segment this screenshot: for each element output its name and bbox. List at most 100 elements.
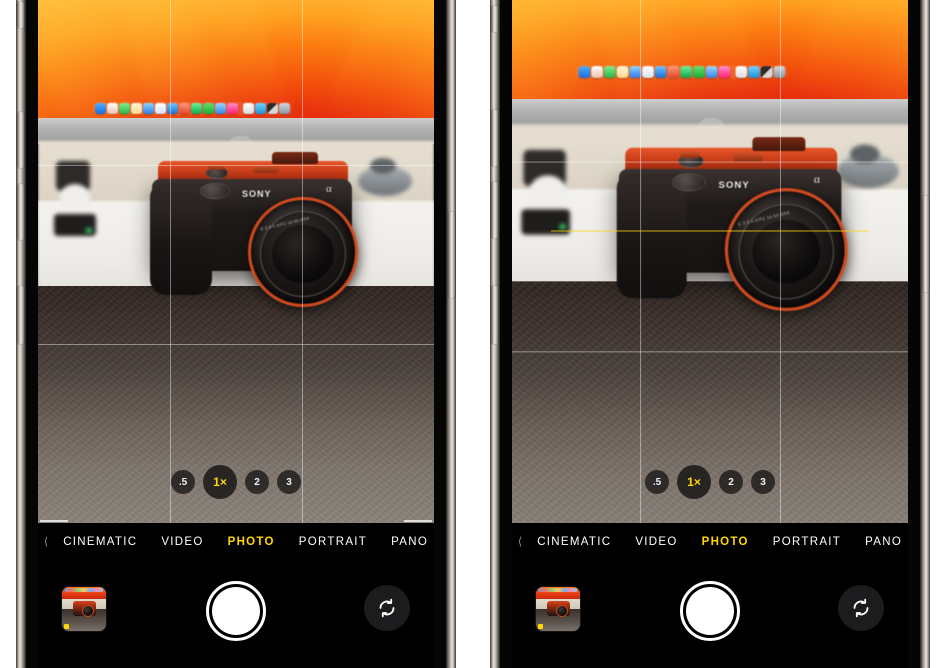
dock-icon-safari [654,66,667,78]
phone-right-right-rail [920,0,930,668]
dock-icon-downloads [748,66,760,78]
dock-icon-messages [119,103,130,114]
mode-portrait[interactable]: PORTRAIT [299,536,367,548]
phone-right-volume-up-button[interactable] [491,110,498,166]
phone-left-viewfinder[interactable]: SONY α E 3.5-5.6/PZ 16-50 OSS .5 1× 2 3 [38,0,434,523]
phone-right-viewfinder[interactable]: SONY α E 3.5-5.6/PZ 16-50 OSS .5 1× 2 3 [512,0,908,523]
vf-corner-bottom-left [40,520,68,522]
dock-icon-finder [95,103,106,114]
mode-video[interactable]: VIDEO [161,536,203,548]
dock-icon-facetime [642,66,654,78]
mode-photo[interactable]: PHOTO [228,536,275,548]
dock-separator [731,66,734,78]
dock-icon-safari [167,103,178,114]
flip-camera-button-right[interactable] [838,585,884,631]
dock-icon-dark-app [267,103,278,114]
dock-icon-messages [604,66,616,78]
phone-left-mode-selector[interactable]: ⟨ CINEMATIC VIDEO PHOTO PORTRAIT PANO [38,535,434,549]
mode-pano[interactable]: PANO [865,536,902,548]
dock-icon-notes [131,103,142,114]
phone-left-right-rail [446,0,456,668]
bg-object-airpods [60,184,90,210]
zoom-pill-2[interactable]: 2 [245,470,269,494]
phone-right-extra-button[interactable] [491,286,498,344]
phone-right-mute-switch[interactable] [491,6,498,32]
phone-right-zoom-selector[interactable]: .5 1× 2 3 [512,465,908,499]
sony-camera-subject-right: SONY α E 3.5-5.6/PZ 16-50 OSS [615,137,869,326]
sony-alpha-mark: α [326,183,332,195]
dock-icon-trash [279,103,290,114]
dock-icon-document [243,103,254,114]
dock-icon-mail [143,103,154,114]
sony-wordmark-right: SONY [718,179,750,191]
screenshot-root: SONY α E 3.5-5.6/PZ 16-50 OSS .5 1× 2 3 … [0,0,944,668]
bg-object-led [559,224,566,230]
sony-alpha-mark-right: α [813,173,820,186]
dock-icon-dark-app [760,66,773,78]
camera-rotate-icon [379,598,395,618]
dock-icon-whatsapp [680,66,692,78]
phone-left-controls: ⟨ CINEMATIC VIDEO PHOTO PORTRAIT PANO [38,523,434,668]
mode-cinematic[interactable]: CINEMATIC [63,536,137,548]
mode-cinematic[interactable]: CINEMATIC [537,536,611,548]
shutter-button-right[interactable] [680,581,740,641]
phone-left-mute-switch[interactable] [17,2,24,28]
shutter-button[interactable] [206,581,266,641]
dock-separator [239,103,242,114]
mode-peek-left-icon: ⟨ [517,536,524,548]
gap-between-phones [456,0,490,668]
vf-corner-bottom-right [404,520,432,522]
dock-icon-settings [215,103,226,114]
mode-photo[interactable]: PHOTO [702,536,749,548]
phone-left-extra-button[interactable] [17,286,24,344]
phone-left-power-button[interactable] [448,212,455,298]
dock-icon-photos [591,66,603,78]
phone-right-mode-selector[interactable]: ⟨ CINEMATIC VIDEO PHOTO PORTRAIT PANO [512,535,908,549]
dock-icon-mail [629,66,642,78]
zoom-pill-3[interactable]: 3 [277,470,301,494]
dock-icon-pink-app [227,103,238,114]
phone-right-action-row [512,573,908,663]
phone-left-bezel-left [26,0,38,668]
phone-right-controls: ⟨ CINEMATIC VIDEO PHOTO PORTRAIT PANO [512,523,908,668]
zoom-pill-0.5[interactable]: .5 [171,470,195,494]
phone-left-bezel-right [434,0,446,668]
phone-left-volume-up-button[interactable] [17,112,24,168]
dock-icon-settings [705,66,718,78]
macos-dock [93,102,292,115]
phone-right-power-button[interactable] [922,196,929,292]
phone-left-action-row [38,573,434,663]
phone-right: SONY α E 3.5-5.6/PZ 16-50 OSS .5 1× 2 3 … [490,0,930,668]
sony-wordmark: SONY [242,189,272,199]
mode-portrait[interactable]: PORTRAIT [773,536,841,548]
phone-right-bezel-right [908,0,920,668]
dock-icon-document [735,66,748,78]
monitor-wallpaper-right [512,0,908,108]
zoom-pill-1x[interactable]: 1× [203,465,237,499]
dock-icon-photos [107,103,118,114]
flip-camera-button[interactable] [364,585,410,631]
phone-left-zoom-selector[interactable]: .5 1× 2 3 [38,465,434,499]
dock-icon-finder [578,66,591,78]
dock-icon-appstore [667,66,680,78]
mode-video[interactable]: VIDEO [635,536,677,548]
zoom-pill-2[interactable]: 2 [719,470,743,494]
horizon-level-indicator [550,230,870,232]
mode-pano[interactable]: PANO [391,536,428,548]
bg-object-airpods [529,175,566,206]
dock-icon-facetime [155,103,166,114]
dock-icon-downloads [255,103,266,114]
photo-library-thumbnail-right[interactable] [536,587,580,631]
photo-library-thumbnail[interactable] [62,587,106,631]
phone-left-screen: SONY α E 3.5-5.6/PZ 16-50 OSS .5 1× 2 3 … [38,0,434,668]
phone-right-volume-down-button[interactable] [491,182,498,238]
dock-icon-green-app [693,66,705,78]
dock-icon-whatsapp [191,103,202,114]
zoom-pill-3[interactable]: 3 [751,470,775,494]
dock-icon-notes [616,66,629,78]
zoom-pill-0.5[interactable]: .5 [645,470,669,494]
zoom-pill-1x[interactable]: 1× [677,465,711,499]
sony-camera-subject: SONY α E 3.5-5.6/PZ 16-50 OSS [148,152,378,321]
phone-left-volume-down-button[interactable] [17,184,24,240]
camera-rotate-icon [853,598,869,618]
